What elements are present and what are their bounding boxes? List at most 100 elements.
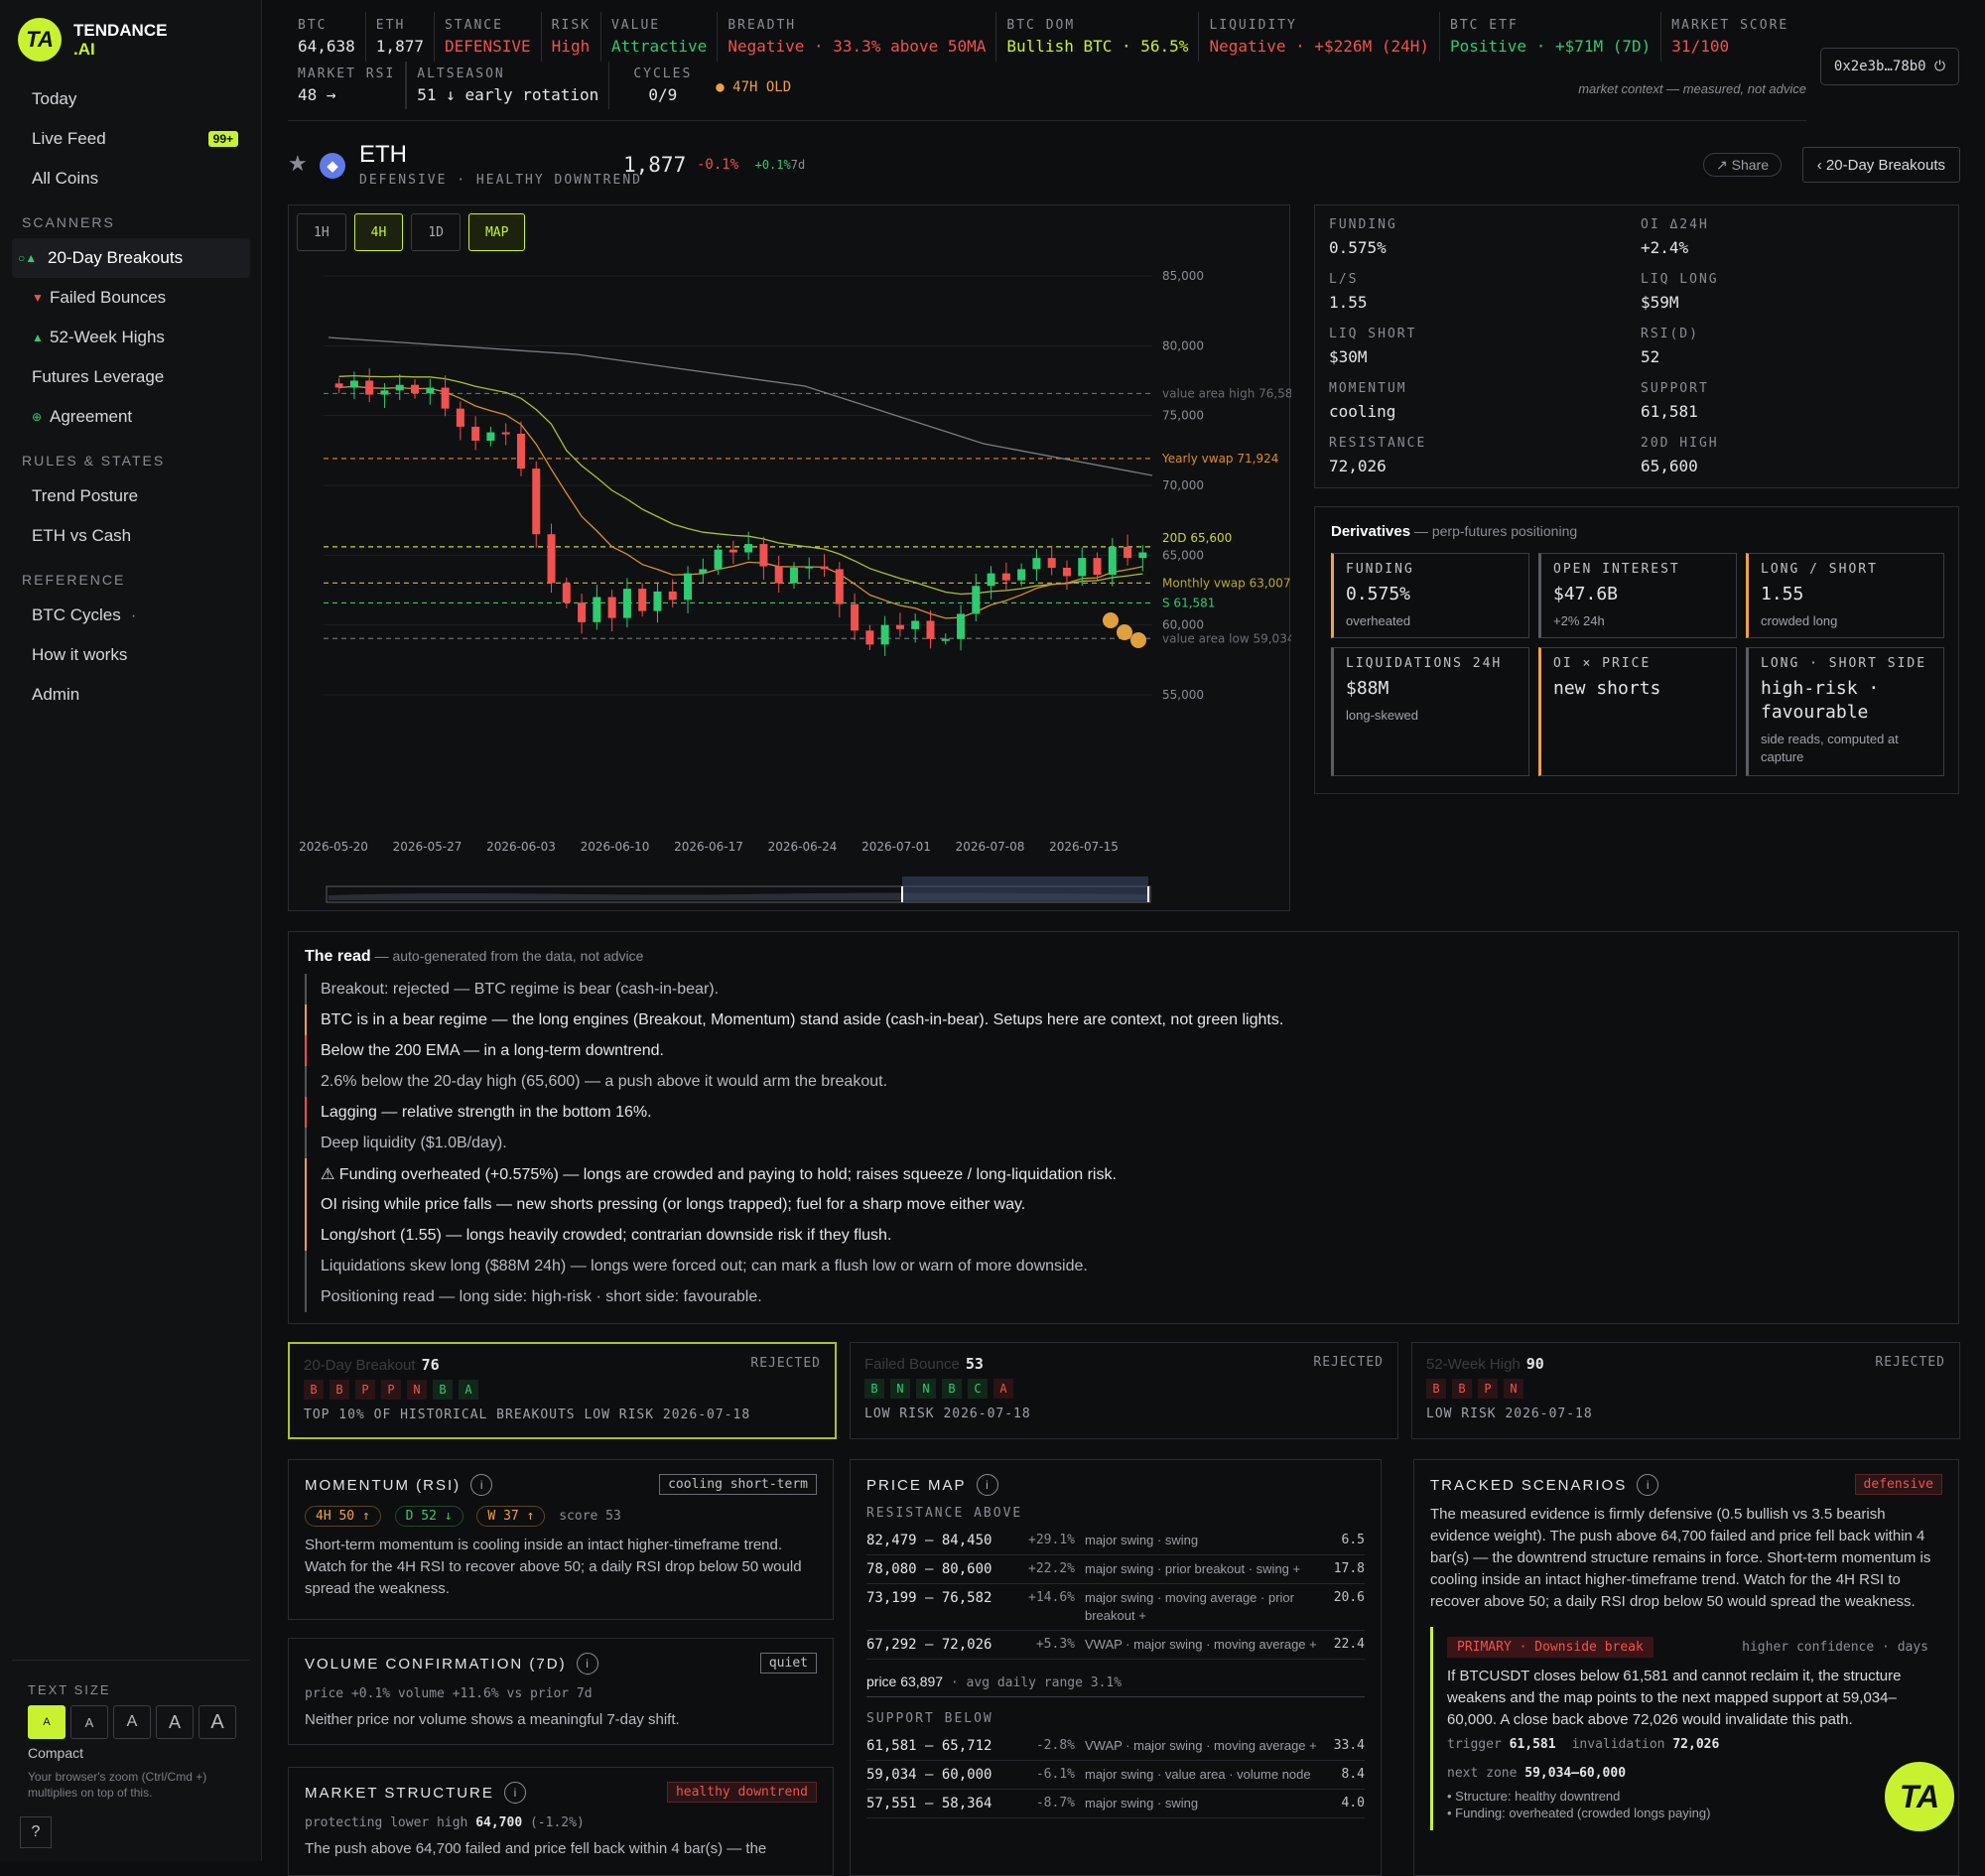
navigator-window[interactable] (902, 876, 1148, 902)
candle-body (1078, 558, 1087, 577)
info-icon[interactable]: i (503, 1782, 526, 1804)
sidebar-item-52-week-highs[interactable]: ▲ 52-Week Highs (12, 318, 250, 357)
context-btc-etf: BTC ETF Positive · +$71M (7D) (1440, 12, 1662, 62)
stat-oi-24h: OI Δ24H +2.4% (1641, 217, 1709, 257)
eth-icon: ◆ (320, 153, 345, 179)
x-tick-label: 2026-06-03 (486, 840, 556, 854)
sidebar-item-today[interactable]: Today (12, 79, 250, 119)
sidebar-item-20-day-breakouts[interactable]: ○▲ 20-Day Breakouts (12, 238, 250, 278)
candle-body (622, 589, 631, 618)
text-size-option-2[interactable]: A (70, 1705, 108, 1739)
tf-1d[interactable]: 1D (411, 213, 461, 251)
sidebar-item-all-coins[interactable]: All Coins (12, 159, 250, 199)
level-label: Yearly vwap 71,924 (1161, 452, 1278, 466)
coin-state: DEFENSIVE · HEALTHY DOWNTREND (359, 173, 642, 188)
rsi-d-pill: D 52 ↓ (394, 1506, 463, 1527)
scanner-card-20-day-breakout[interactable]: 20-Day Breakout 76 REJECTED B B P P N B A TOP 10% … (288, 1342, 837, 1439)
next-zone-line: next zone 59,034–60,000 (1447, 1766, 1627, 1781)
sidebar-item-failed-bounces[interactable]: ▼ Failed Bounces (12, 278, 250, 318)
y-tick-label: 65,000 (1162, 548, 1204, 562)
context-risk: RISK High (542, 12, 601, 62)
coin-header: ★ ◆ ETH DEFENSIVE · HEALTHY DOWNTREND 1,… (288, 139, 1960, 189)
x-tick-label: 2026-07-08 (956, 840, 1025, 854)
derivatives-title: Derivatives — perp-futures positioning (1331, 523, 1578, 540)
price-map-panel: PRICE MAP i RESISTANCE ABOVE 82,479 – 84,… (850, 1459, 1382, 1876)
sidebar-item-btc-cycles[interactable]: BTC Cycles · (12, 596, 250, 635)
tf-4h[interactable]: 4H (353, 213, 404, 251)
sidebar-section-reference: REFERENCE (22, 572, 126, 588)
candle-body (516, 433, 525, 469)
tf-map[interactable]: MAP (467, 213, 526, 251)
candle-body (365, 380, 374, 395)
back-to-breakouts-button[interactable]: ‹ 20-Day Breakouts (1801, 147, 1960, 183)
candle-body (820, 566, 829, 570)
price-zone-row: 78,080 – 80,600 +22.2% major swing · prior… (866, 1555, 1365, 1584)
x-tick-label: 2026-07-15 (1049, 840, 1119, 854)
candle-body (456, 408, 464, 427)
text-size-option-1[interactable]: A (28, 1705, 66, 1739)
candle-body (501, 432, 510, 435)
event-marker-icon[interactable] (1130, 632, 1146, 648)
candle-body (532, 469, 541, 535)
sidebar-item-admin[interactable]: Admin (12, 675, 250, 715)
text-size-option-5[interactable]: A (198, 1705, 236, 1739)
sidebar-nav: Today Live Feed 99+ All Coins SCANNERS ○▲… (12, 79, 250, 715)
scanner-tag: B (330, 1380, 349, 1400)
level-label: value area low 59,034 (1162, 631, 1291, 645)
scanner-card-title: 52-Week High 90 (1426, 1355, 1544, 1373)
help-button[interactable]: ? (20, 1816, 52, 1848)
momentum-score: score 53 (559, 1509, 621, 1524)
candle-body (972, 586, 981, 614)
scanner-card-failed-bounce[interactable]: Failed Bounce 53 REJECTED B N N B C A LOW RISK 20… (850, 1342, 1398, 1439)
star-icon[interactable]: ★ (288, 151, 308, 177)
event-marker-icon[interactable] (1117, 624, 1132, 640)
info-icon[interactable]: i (976, 1474, 998, 1496)
candle-body (380, 390, 389, 395)
x-tick-label: 2026-06-17 (674, 840, 743, 854)
scanner-tag: B (1426, 1379, 1446, 1399)
stat-20d-high: 20D HIGH 65,600 (1641, 436, 1719, 475)
the-read-panel: The read — auto-generated from the data,… (288, 931, 1959, 1324)
candle-body (653, 591, 662, 611)
cycles: CYCLES 0/9 (633, 67, 693, 104)
price-chart[interactable]: 85,000 80,000 75,000 70,000 65,000 60,000 55,0… (289, 205, 1291, 912)
share-button[interactable]: ↗ Share (1703, 153, 1782, 177)
sidebar-item-futures-leverage[interactable]: Futures Leverage (12, 357, 250, 397)
info-icon[interactable]: i (1637, 1474, 1659, 1496)
sidebar-item-agreement[interactable]: ⊕ Agreement (12, 397, 250, 437)
candle-body (1124, 546, 1132, 559)
info-icon[interactable]: i (470, 1474, 493, 1496)
y-tick-label: 75,000 (1162, 409, 1204, 423)
price-zone-row: 82,479 – 84,450 +29.1% major swing · swing… (866, 1527, 1365, 1555)
stat-liq-long: LIQ LONG $59M (1641, 272, 1719, 312)
text-size-option-3[interactable]: A (113, 1705, 151, 1739)
scenario-bullet: • Funding: overheated (crowded longs pay… (1447, 1806, 1711, 1820)
floating-assistant-button[interactable]: TA (1882, 1759, 1957, 1834)
wallet-button[interactable]: 0x2e3b…78b0 ⏻ (1820, 48, 1959, 85)
deriv-card-oi-price: OI × PRICE new shorts (1538, 647, 1737, 776)
sidebar-item-trend-posture[interactable]: Trend Posture (12, 476, 250, 516)
candle-body (411, 384, 420, 394)
scanner-card-52-week-high[interactable]: 52-Week High 90 REJECTED B B P N LOW RISK 2026-… (1411, 1342, 1960, 1439)
sidebar-item-how-it-works[interactable]: How it works (12, 635, 250, 675)
candle-body (1108, 546, 1117, 576)
scanner-tag: B (433, 1380, 453, 1400)
logo[interactable]: TA TENDANCE .AI (18, 18, 167, 62)
candle-body (578, 603, 587, 622)
sidebar-item-live-feed[interactable]: Live Feed 99+ (12, 119, 250, 159)
context-btc: BTC 64,638 (288, 12, 366, 62)
candle-body (441, 387, 450, 409)
stat-rsi-d-: RSI(D) 52 (1641, 327, 1699, 366)
ema-200-line (328, 336, 1153, 476)
event-marker-icon[interactable] (1103, 612, 1119, 628)
the-read-title: The read — auto-generated from the data,… (305, 948, 644, 965)
info-icon[interactable]: i (576, 1653, 598, 1675)
tf-1h[interactable]: 1H (297, 213, 346, 251)
candle-body (547, 534, 556, 584)
scanner-card-title: 20-Day Breakout 76 (304, 1356, 440, 1374)
data-age-badge: ● 47H OLD (716, 79, 792, 95)
coin-stats: FUNDING 0.575% OI Δ24H +2.4% L/S 1.55 LIQ LONG… (1314, 204, 1959, 488)
sidebar-item-eth-vs-cash[interactable]: ETH vs Cash (12, 516, 250, 556)
text-size-option-4[interactable]: A (156, 1705, 194, 1739)
deriv-card-long-short-side: LONG · SHORT SIDE high-risk · favourable s… (1746, 647, 1944, 776)
